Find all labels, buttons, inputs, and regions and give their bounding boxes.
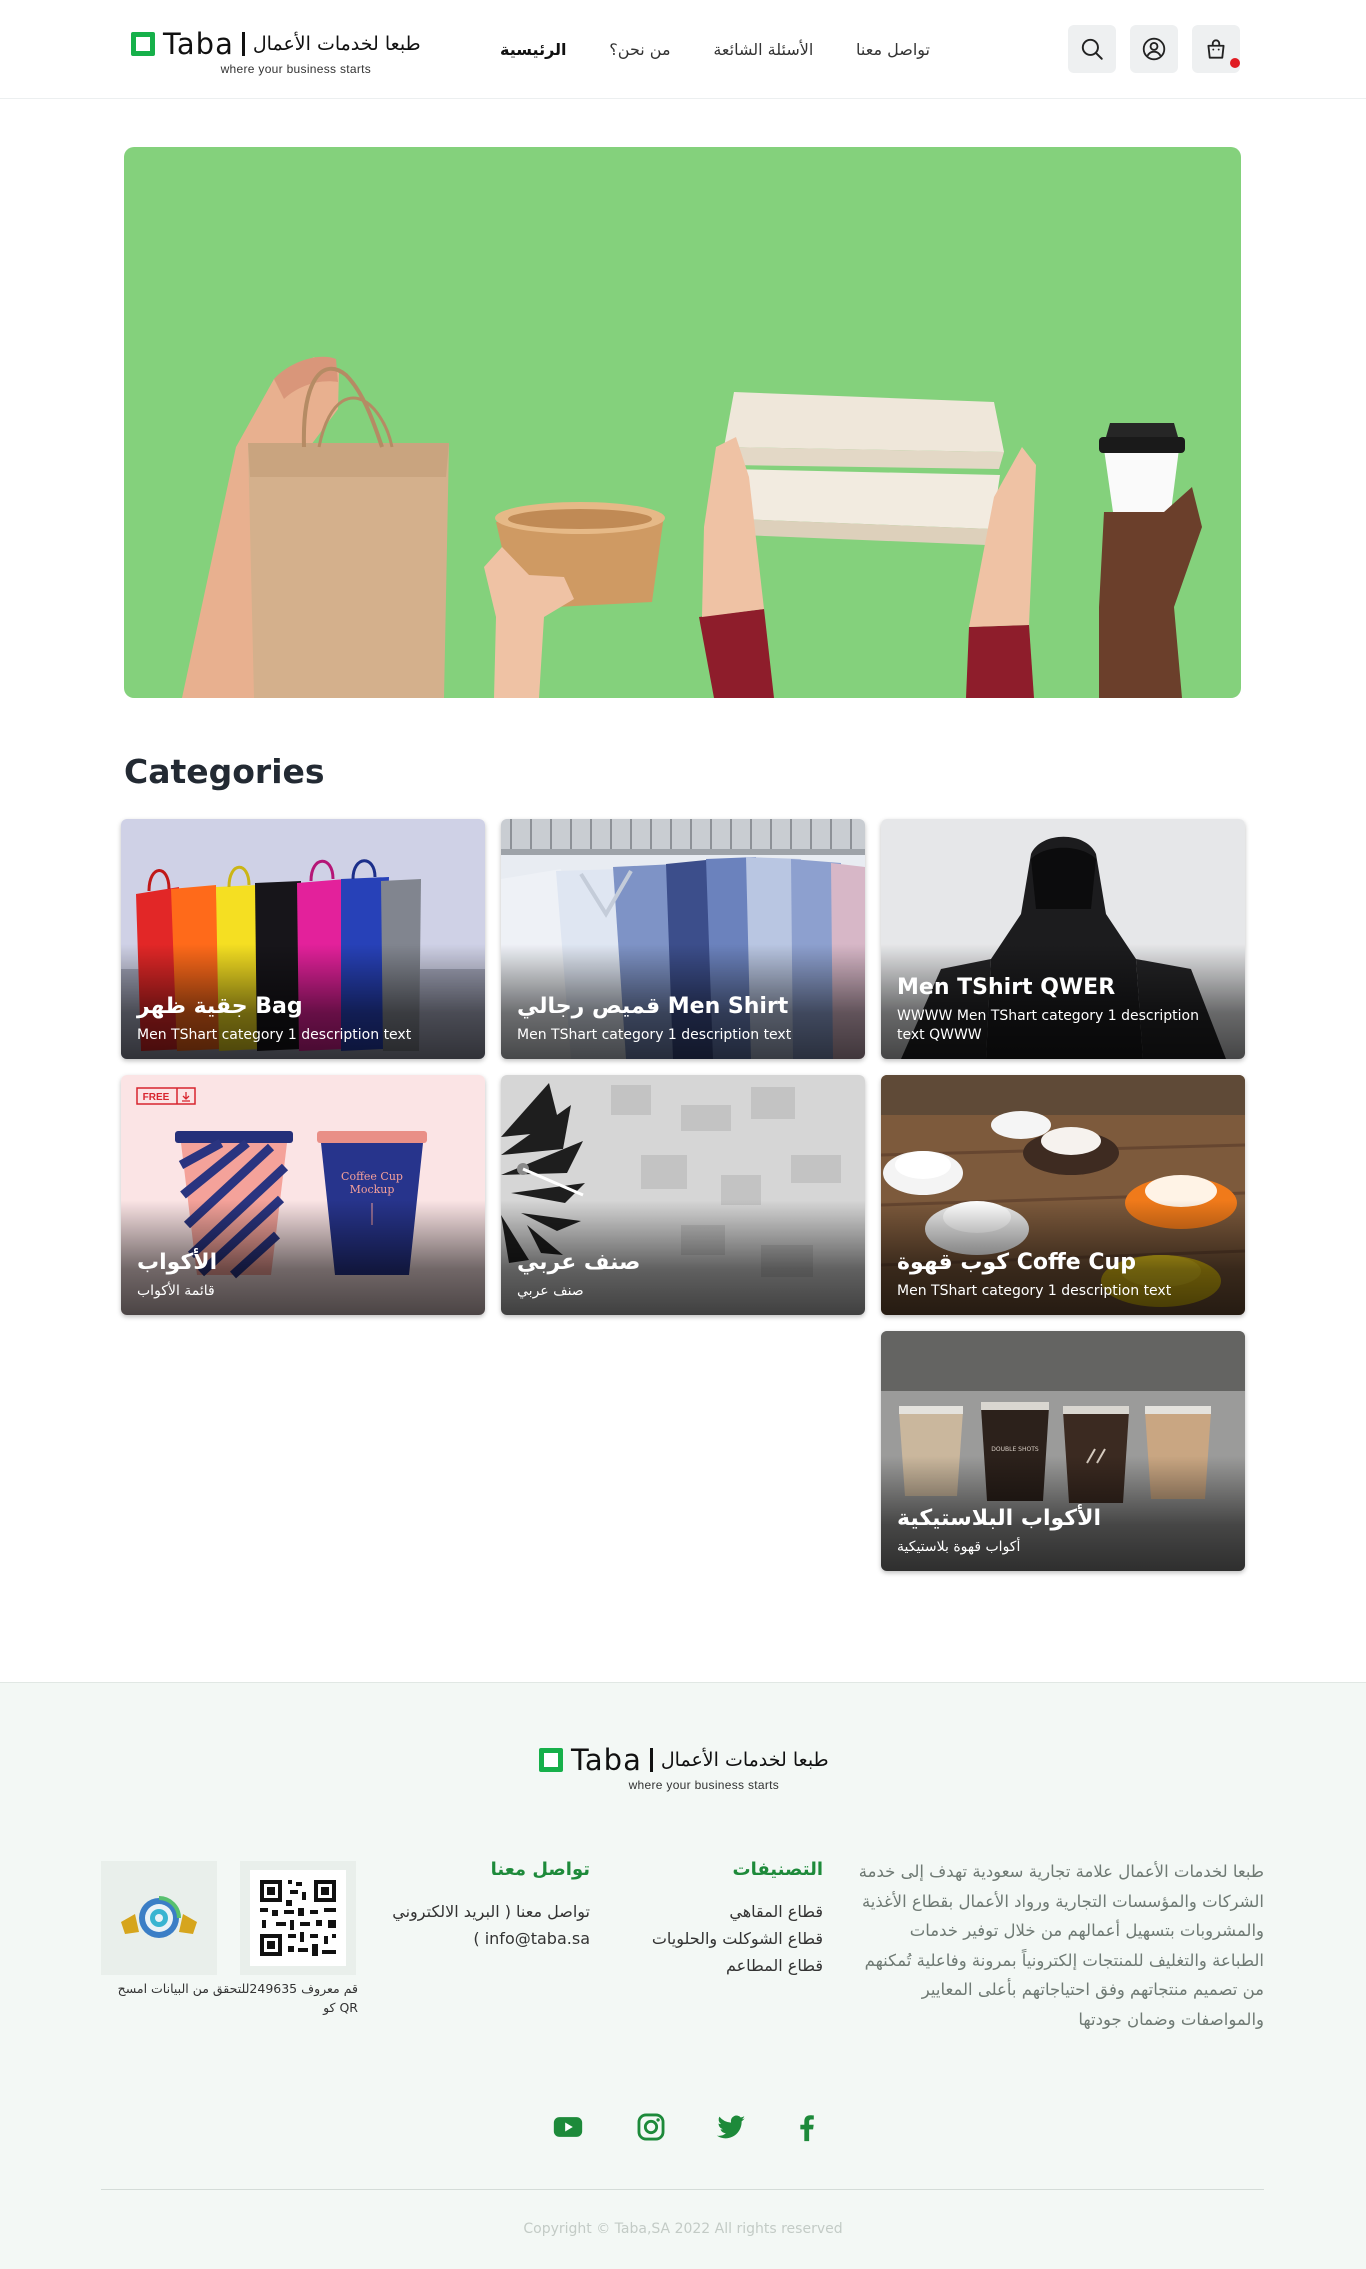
logo-square-icon bbox=[131, 32, 155, 56]
category-card-tshirt[interactable]: Men TShirt QWER WWWW Men TShart category… bbox=[881, 819, 1245, 1059]
category-name: الأكواب bbox=[137, 1250, 218, 1275]
category-name: Men TShirt QWER bbox=[897, 975, 1116, 1000]
search-icon bbox=[1081, 38, 1103, 60]
logo-arabic-text: طبعا لخدمات الأعمال bbox=[252, 33, 421, 55]
logo-tagline: where your business starts bbox=[628, 1778, 780, 1792]
main-nav: الرئيسية من نحن؟ الأسئلة الشائعة تواصل م… bbox=[500, 36, 930, 62]
instagram-link[interactable] bbox=[631, 2107, 671, 2147]
category-desc: Men TShart category 1 description text bbox=[517, 1027, 792, 1043]
qr-code[interactable] bbox=[240, 1861, 356, 1975]
footer-category-link-cafes[interactable]: قطاع المقاهي bbox=[620, 1898, 823, 1925]
shopping-bag-icon bbox=[1207, 39, 1225, 59]
site-header: Taba طبعا لخدمات الأعمال where your busi… bbox=[0, 0, 1366, 99]
footer-contact-email[interactable]: info@taba.sa ) bbox=[380, 1925, 590, 1952]
svg-text:Mockup: Mockup bbox=[350, 1183, 395, 1196]
brand-logo[interactable]: Taba طبعا لخدمات الأعمال where your busi… bbox=[131, 27, 421, 76]
category-name: جقية ظهر Bag bbox=[137, 994, 303, 1019]
category-card-cups[interactable]: FREE Coffee Cup Mockup الأكواب قائمة الأ… bbox=[121, 1075, 485, 1315]
categories-title: Categories bbox=[124, 752, 325, 791]
category-desc: صنف عربي bbox=[517, 1283, 584, 1299]
free-badge: FREE bbox=[143, 1092, 170, 1103]
logo-latin-text: Taba bbox=[571, 1743, 642, 1777]
category-name: كوب قهوة Coffe Cup bbox=[897, 1250, 1136, 1275]
nav-item-faq[interactable]: الأسئلة الشائعة bbox=[713, 40, 813, 59]
logo-square-icon bbox=[539, 1748, 563, 1772]
category-card-coffee[interactable]: كوب قهوة Coffe Cup Men TShart category 1… bbox=[881, 1075, 1245, 1315]
category-name: قميص رجالي Men Shirt bbox=[517, 994, 789, 1019]
logo-arabic-text: طبعا لخدمات الأعمال bbox=[660, 1749, 829, 1771]
cart-badge bbox=[1230, 58, 1240, 68]
category-card-bag[interactable]: جقية ظهر Bag Men TShart category 1 descr… bbox=[121, 819, 485, 1059]
category-desc: WWWW Men TShart category 1 description t… bbox=[897, 1008, 1199, 1043]
footer-categories-title: التصنيفات bbox=[732, 1859, 823, 1880]
footer-contact: تواصل معنا تواصل معنا ( البريد الالكترون… bbox=[380, 1859, 590, 1952]
twitter-icon bbox=[716, 2115, 746, 2139]
category-desc: أكواب قهوة بلاستيكية bbox=[897, 1539, 1021, 1555]
category-card-arabic[interactable]: صنف عربي صنف عربي bbox=[501, 1075, 865, 1315]
instagram-icon bbox=[637, 2113, 665, 2141]
footer-divider bbox=[101, 2189, 1264, 2190]
hero-illustration bbox=[182, 356, 1202, 698]
twitter-link[interactable] bbox=[711, 2107, 751, 2147]
cart-button[interactable] bbox=[1192, 25, 1240, 73]
search-button[interactable] bbox=[1068, 25, 1116, 73]
svg-text:Coffee Cup: Coffee Cup bbox=[341, 1170, 403, 1183]
footer-contact-line: تواصل معنا ( البريد الالكتروني bbox=[392, 1902, 590, 1921]
footer-categories: التصنيفات قطاع المقاهي قطاع الشوكلت والح… bbox=[620, 1859, 823, 1979]
footer-category-link-sweets[interactable]: قطاع الشوكلت والحلويات bbox=[620, 1925, 823, 1952]
copyright-text: Copyright © Taba,SA 2022 All rights rese… bbox=[523, 2221, 843, 2237]
facebook-icon bbox=[800, 2115, 814, 2142]
youtube-icon bbox=[553, 2117, 583, 2137]
footer-about-text: طبعا لخدمات الأعمال علامة تجارية سعودية … bbox=[858, 1862, 1264, 2029]
logo-tagline: where your business starts bbox=[220, 62, 372, 76]
qr-code-icon bbox=[250, 1870, 346, 1966]
account-button[interactable] bbox=[1130, 25, 1178, 73]
footer-contact-title: تواصل معنا bbox=[490, 1859, 590, 1880]
logo-divider bbox=[241, 32, 245, 56]
category-card-plastic-cups[interactable]: DOUBLE SHOTS الأكواب البلاستيكية أكواب ق… bbox=[881, 1331, 1245, 1571]
category-desc: Men TShart category 1 description text bbox=[137, 1027, 412, 1043]
footer-category-link-restaurants[interactable]: قطاع المطاعم bbox=[620, 1952, 823, 1979]
nav-item-home[interactable]: الرئيسية bbox=[500, 40, 567, 59]
plastic-cup-label: DOUBLE SHOTS bbox=[991, 1446, 1039, 1453]
category-desc: قائمة الأكواب bbox=[137, 1283, 215, 1299]
nav-item-contact[interactable]: تواصل معنا bbox=[856, 40, 930, 59]
category-name: الأكواب البلاستيكية bbox=[897, 1506, 1102, 1531]
category-desc: Men TShart category 1 description text bbox=[897, 1283, 1172, 1299]
nav-item-about[interactable]: من نحن؟ bbox=[609, 40, 670, 59]
category-name: صنف عربي bbox=[517, 1250, 641, 1275]
footer-logo[interactable]: Taba طبعا لخدمات الأعمال where your busi… bbox=[539, 1743, 829, 1792]
logo-latin-text: Taba bbox=[163, 27, 234, 61]
maroof-verify-text: قم معروف 249635للتحقق من البيانات امسح Q… bbox=[117, 1981, 358, 2015]
logo-divider bbox=[649, 1748, 653, 1772]
facebook-link[interactable] bbox=[787, 2107, 827, 2147]
user-circle-icon bbox=[1142, 37, 1166, 61]
youtube-link[interactable] bbox=[548, 2107, 588, 2147]
site-footer: Taba طبعا لخدمات الأعمال where your busi… bbox=[0, 1682, 1366, 2269]
hero-banner[interactable] bbox=[124, 147, 1241, 698]
maroof-seal[interactable] bbox=[101, 1861, 217, 1975]
maroof-seal-icon bbox=[121, 1896, 197, 1938]
category-card-shirt[interactable]: قميص رجالي Men Shirt Men TShart category… bbox=[501, 819, 865, 1059]
